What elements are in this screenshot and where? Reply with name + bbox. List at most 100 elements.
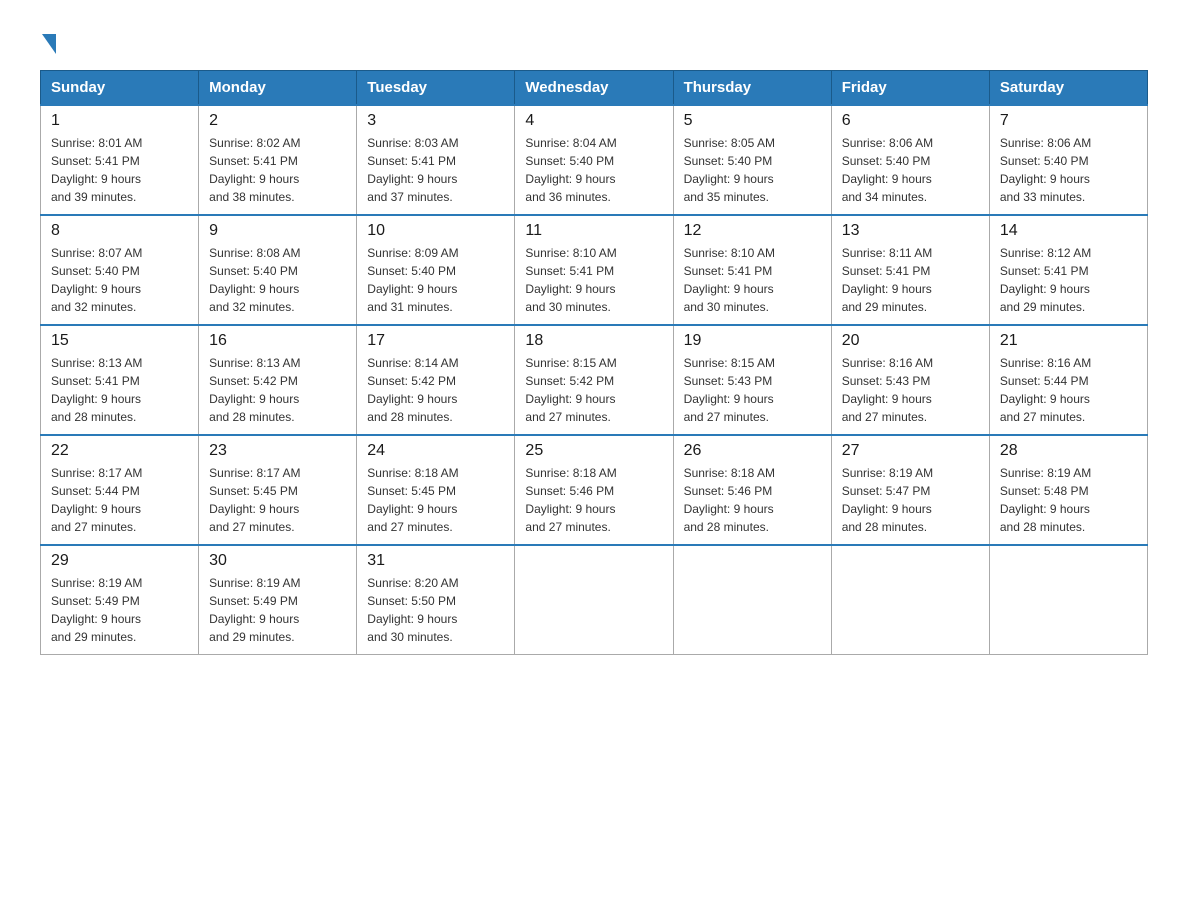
calendar-day-cell [673,545,831,655]
day-number: 11 [525,222,662,240]
calendar-day-cell: 2 Sunrise: 8:02 AM Sunset: 5:41 PM Dayli… [199,105,357,215]
day-number: 22 [51,442,188,460]
day-info: Sunrise: 8:05 AM Sunset: 5:40 PM Dayligh… [684,134,821,206]
day-number: 3 [367,112,504,130]
calendar-day-cell: 4 Sunrise: 8:04 AM Sunset: 5:40 PM Dayli… [515,105,673,215]
day-info: Sunrise: 8:10 AM Sunset: 5:41 PM Dayligh… [525,244,662,316]
calendar-day-cell: 3 Sunrise: 8:03 AM Sunset: 5:41 PM Dayli… [357,105,515,215]
day-info: Sunrise: 8:13 AM Sunset: 5:42 PM Dayligh… [209,354,346,426]
calendar-day-cell: 28 Sunrise: 8:19 AM Sunset: 5:48 PM Dayl… [989,435,1147,545]
day-number: 30 [209,552,346,570]
calendar-day-cell: 7 Sunrise: 8:06 AM Sunset: 5:40 PM Dayli… [989,105,1147,215]
calendar-day-cell: 24 Sunrise: 8:18 AM Sunset: 5:45 PM Dayl… [357,435,515,545]
col-header-friday: Friday [831,71,989,106]
day-info: Sunrise: 8:15 AM Sunset: 5:42 PM Dayligh… [525,354,662,426]
calendar-header-row: SundayMondayTuesdayWednesdayThursdayFrid… [41,71,1148,106]
day-info: Sunrise: 8:20 AM Sunset: 5:50 PM Dayligh… [367,574,504,646]
calendar-week-row: 29 Sunrise: 8:19 AM Sunset: 5:49 PM Dayl… [41,545,1148,655]
col-header-wednesday: Wednesday [515,71,673,106]
calendar-day-cell: 15 Sunrise: 8:13 AM Sunset: 5:41 PM Dayl… [41,325,199,435]
calendar-day-cell: 27 Sunrise: 8:19 AM Sunset: 5:47 PM Dayl… [831,435,989,545]
calendar-day-cell: 18 Sunrise: 8:15 AM Sunset: 5:42 PM Dayl… [515,325,673,435]
day-number: 27 [842,442,979,460]
day-info: Sunrise: 8:07 AM Sunset: 5:40 PM Dayligh… [51,244,188,316]
calendar-day-cell: 29 Sunrise: 8:19 AM Sunset: 5:49 PM Dayl… [41,545,199,655]
day-number: 6 [842,112,979,130]
day-info: Sunrise: 8:19 AM Sunset: 5:49 PM Dayligh… [209,574,346,646]
day-number: 15 [51,332,188,350]
day-number: 18 [525,332,662,350]
calendar-day-cell: 14 Sunrise: 8:12 AM Sunset: 5:41 PM Dayl… [989,215,1147,325]
calendar-day-cell: 11 Sunrise: 8:10 AM Sunset: 5:41 PM Dayl… [515,215,673,325]
day-number: 31 [367,552,504,570]
calendar-day-cell [831,545,989,655]
col-header-saturday: Saturday [989,71,1147,106]
day-info: Sunrise: 8:03 AM Sunset: 5:41 PM Dayligh… [367,134,504,206]
day-info: Sunrise: 8:19 AM Sunset: 5:48 PM Dayligh… [1000,464,1137,536]
day-number: 23 [209,442,346,460]
calendar-day-cell: 21 Sunrise: 8:16 AM Sunset: 5:44 PM Dayl… [989,325,1147,435]
day-number: 25 [525,442,662,460]
day-info: Sunrise: 8:17 AM Sunset: 5:45 PM Dayligh… [209,464,346,536]
day-info: Sunrise: 8:06 AM Sunset: 5:40 PM Dayligh… [842,134,979,206]
day-info: Sunrise: 8:14 AM Sunset: 5:42 PM Dayligh… [367,354,504,426]
calendar-day-cell: 17 Sunrise: 8:14 AM Sunset: 5:42 PM Dayl… [357,325,515,435]
day-number: 7 [1000,112,1137,130]
calendar-day-cell: 9 Sunrise: 8:08 AM Sunset: 5:40 PM Dayli… [199,215,357,325]
day-number: 26 [684,442,821,460]
col-header-thursday: Thursday [673,71,831,106]
day-info: Sunrise: 8:08 AM Sunset: 5:40 PM Dayligh… [209,244,346,316]
col-header-tuesday: Tuesday [357,71,515,106]
col-header-sunday: Sunday [41,71,199,106]
day-info: Sunrise: 8:12 AM Sunset: 5:41 PM Dayligh… [1000,244,1137,316]
day-number: 28 [1000,442,1137,460]
col-header-monday: Monday [199,71,357,106]
day-info: Sunrise: 8:13 AM Sunset: 5:41 PM Dayligh… [51,354,188,426]
calendar-day-cell: 10 Sunrise: 8:09 AM Sunset: 5:40 PM Dayl… [357,215,515,325]
calendar-week-row: 1 Sunrise: 8:01 AM Sunset: 5:41 PM Dayli… [41,105,1148,215]
day-info: Sunrise: 8:06 AM Sunset: 5:40 PM Dayligh… [1000,134,1137,206]
calendar-day-cell: 12 Sunrise: 8:10 AM Sunset: 5:41 PM Dayl… [673,215,831,325]
calendar-table: SundayMondayTuesdayWednesdayThursdayFrid… [40,70,1148,655]
calendar-week-row: 8 Sunrise: 8:07 AM Sunset: 5:40 PM Dayli… [41,215,1148,325]
day-info: Sunrise: 8:19 AM Sunset: 5:49 PM Dayligh… [51,574,188,646]
day-info: Sunrise: 8:19 AM Sunset: 5:47 PM Dayligh… [842,464,979,536]
day-info: Sunrise: 8:16 AM Sunset: 5:44 PM Dayligh… [1000,354,1137,426]
day-number: 24 [367,442,504,460]
calendar-day-cell: 5 Sunrise: 8:05 AM Sunset: 5:40 PM Dayli… [673,105,831,215]
day-number: 19 [684,332,821,350]
day-number: 8 [51,222,188,240]
day-info: Sunrise: 8:11 AM Sunset: 5:41 PM Dayligh… [842,244,979,316]
day-info: Sunrise: 8:18 AM Sunset: 5:46 PM Dayligh… [525,464,662,536]
day-info: Sunrise: 8:09 AM Sunset: 5:40 PM Dayligh… [367,244,504,316]
calendar-week-row: 15 Sunrise: 8:13 AM Sunset: 5:41 PM Dayl… [41,325,1148,435]
calendar-day-cell: 19 Sunrise: 8:15 AM Sunset: 5:43 PM Dayl… [673,325,831,435]
day-info: Sunrise: 8:18 AM Sunset: 5:46 PM Dayligh… [684,464,821,536]
day-number: 21 [1000,332,1137,350]
day-number: 16 [209,332,346,350]
calendar-day-cell: 25 Sunrise: 8:18 AM Sunset: 5:46 PM Dayl… [515,435,673,545]
calendar-day-cell: 20 Sunrise: 8:16 AM Sunset: 5:43 PM Dayl… [831,325,989,435]
calendar-day-cell: 31 Sunrise: 8:20 AM Sunset: 5:50 PM Dayl… [357,545,515,655]
calendar-day-cell: 16 Sunrise: 8:13 AM Sunset: 5:42 PM Dayl… [199,325,357,435]
day-info: Sunrise: 8:17 AM Sunset: 5:44 PM Dayligh… [51,464,188,536]
calendar-day-cell [989,545,1147,655]
day-info: Sunrise: 8:02 AM Sunset: 5:41 PM Dayligh… [209,134,346,206]
day-info: Sunrise: 8:18 AM Sunset: 5:45 PM Dayligh… [367,464,504,536]
day-number: 17 [367,332,504,350]
day-number: 2 [209,112,346,130]
calendar-week-row: 22 Sunrise: 8:17 AM Sunset: 5:44 PM Dayl… [41,435,1148,545]
day-number: 14 [1000,222,1137,240]
day-number: 13 [842,222,979,240]
calendar-day-cell: 13 Sunrise: 8:11 AM Sunset: 5:41 PM Dayl… [831,215,989,325]
page-header [40,30,1148,50]
day-number: 29 [51,552,188,570]
calendar-day-cell: 26 Sunrise: 8:18 AM Sunset: 5:46 PM Dayl… [673,435,831,545]
day-number: 4 [525,112,662,130]
day-number: 5 [684,112,821,130]
calendar-day-cell: 6 Sunrise: 8:06 AM Sunset: 5:40 PM Dayli… [831,105,989,215]
day-number: 10 [367,222,504,240]
day-number: 9 [209,222,346,240]
day-info: Sunrise: 8:04 AM Sunset: 5:40 PM Dayligh… [525,134,662,206]
calendar-day-cell: 22 Sunrise: 8:17 AM Sunset: 5:44 PM Dayl… [41,435,199,545]
